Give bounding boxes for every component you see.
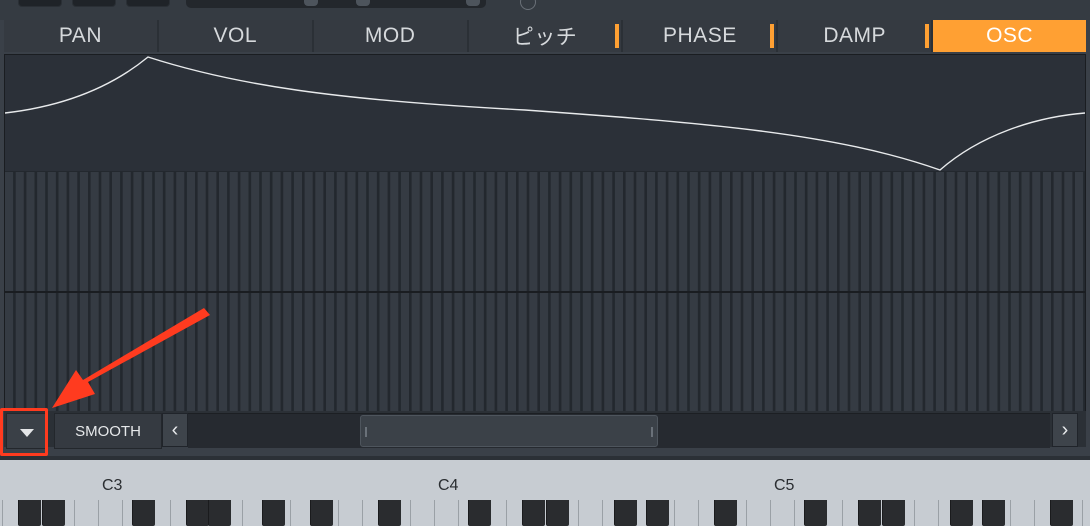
black-key[interactable]: [468, 500, 491, 526]
black-key[interactable]: [950, 500, 973, 526]
white-key-edge: [674, 500, 675, 526]
top-toolbar-remnant: [0, 0, 1090, 20]
tab-marker: [615, 24, 620, 48]
tab-label: OSC: [986, 24, 1034, 47]
black-key[interactable]: [208, 500, 231, 526]
black-key[interactable]: [378, 500, 401, 526]
white-key-edge: [2, 500, 3, 526]
black-key[interactable]: [982, 500, 1005, 526]
white-key-edge: [434, 500, 435, 526]
white-key-edge: [746, 500, 747, 526]
white-key-edge: [770, 500, 771, 526]
black-key[interactable]: [522, 500, 545, 526]
white-key-edge: [914, 500, 915, 526]
white-key-edge: [578, 500, 579, 526]
black-key[interactable]: [804, 500, 827, 526]
black-key[interactable]: [882, 500, 905, 526]
black-key[interactable]: [714, 500, 737, 526]
octave-label-c5: C5: [774, 477, 795, 494]
envelope-curve-area[interactable]: [5, 55, 1085, 171]
annotation-highlight-box: [0, 408, 48, 456]
info-icon[interactable]: [520, 0, 536, 10]
tab-1[interactable]: VOL: [158, 20, 312, 52]
scroll-left-button[interactable]: ‹: [162, 413, 188, 447]
octave-label-c3: C3: [102, 477, 123, 494]
black-key[interactable]: [186, 500, 209, 526]
white-key-edge: [698, 500, 699, 526]
white-key-edge: [122, 500, 123, 526]
white-key-edge: [794, 500, 795, 526]
tab-label: PHASE: [663, 24, 737, 47]
black-key[interactable]: [42, 500, 65, 526]
grip-icon: [651, 427, 653, 437]
white-key-edge: [362, 500, 363, 526]
editor-bottom-bar: SMOOTH ‹ ›: [4, 411, 1086, 449]
white-key-edge: [338, 500, 339, 526]
white-key-edge: [74, 500, 75, 526]
tab-4[interactable]: PHASE: [623, 20, 777, 52]
smooth-button[interactable]: SMOOTH: [54, 413, 162, 449]
tab-marker: [925, 24, 930, 48]
tab-label: ピッチ: [512, 26, 578, 49]
tab-3[interactable]: ピッチ: [468, 20, 622, 52]
tab-label: MOD: [364, 24, 416, 47]
white-key-edge: [458, 500, 459, 526]
white-key-edge: [938, 500, 939, 526]
envelope-curve[interactable]: [5, 55, 1085, 171]
black-key[interactable]: [262, 500, 285, 526]
octave-label-c4: C4: [438, 477, 459, 494]
black-key[interactable]: [546, 500, 569, 526]
tab-5[interactable]: DAMP: [778, 20, 932, 52]
toolbar-slider[interactable]: [186, 0, 486, 8]
black-key[interactable]: [614, 500, 637, 526]
parameter-tab-bar: PAN VOL MOD ピッチ PHASE DAMP OSC: [4, 20, 1087, 52]
toolbar-button[interactable]: [18, 0, 62, 7]
black-key[interactable]: [1050, 500, 1073, 526]
toolbar-button[interactable]: [72, 0, 116, 7]
scroll-thumb[interactable]: [360, 415, 658, 447]
tab-2[interactable]: MOD: [313, 20, 467, 52]
white-key-edge: [1010, 500, 1011, 526]
black-key[interactable]: [646, 500, 669, 526]
white-key-edge: [410, 500, 411, 526]
white-key-edge: [290, 500, 291, 526]
annotation-arrow-icon: [52, 308, 210, 408]
white-key-edge: [242, 500, 243, 526]
white-key-edge: [1082, 500, 1083, 526]
white-key-edge: [1034, 500, 1035, 526]
center-divider: [5, 291, 1085, 293]
white-key-edge: [170, 500, 171, 526]
curve-line: [5, 56, 1085, 171]
white-key-edge: [98, 500, 99, 526]
grip-icon: [365, 427, 367, 437]
black-key[interactable]: [310, 500, 333, 526]
toolbar-button[interactable]: [126, 0, 170, 7]
tab-label: PAN: [58, 24, 102, 47]
black-key[interactable]: [18, 500, 41, 526]
tab-6[interactable]: OSC: [933, 20, 1087, 52]
black-key[interactable]: [858, 500, 881, 526]
horizontal-scrollbar[interactable]: [188, 413, 1050, 448]
slider-knob[interactable]: [466, 0, 480, 6]
scroll-right-button[interactable]: ›: [1052, 413, 1078, 447]
tab-marker: [770, 24, 775, 48]
black-key[interactable]: [132, 500, 155, 526]
piano-keyboard[interactable]: C3 C4 C5: [0, 460, 1090, 526]
slider-knob[interactable]: [356, 0, 370, 6]
tab-0[interactable]: PAN: [4, 20, 157, 52]
white-key-edge: [506, 500, 507, 526]
tab-label: DAMP: [823, 24, 887, 47]
white-key-edge: [842, 500, 843, 526]
slider-knob[interactable]: [304, 0, 318, 6]
white-key-edge: [602, 500, 603, 526]
tab-label: VOL: [213, 24, 258, 47]
